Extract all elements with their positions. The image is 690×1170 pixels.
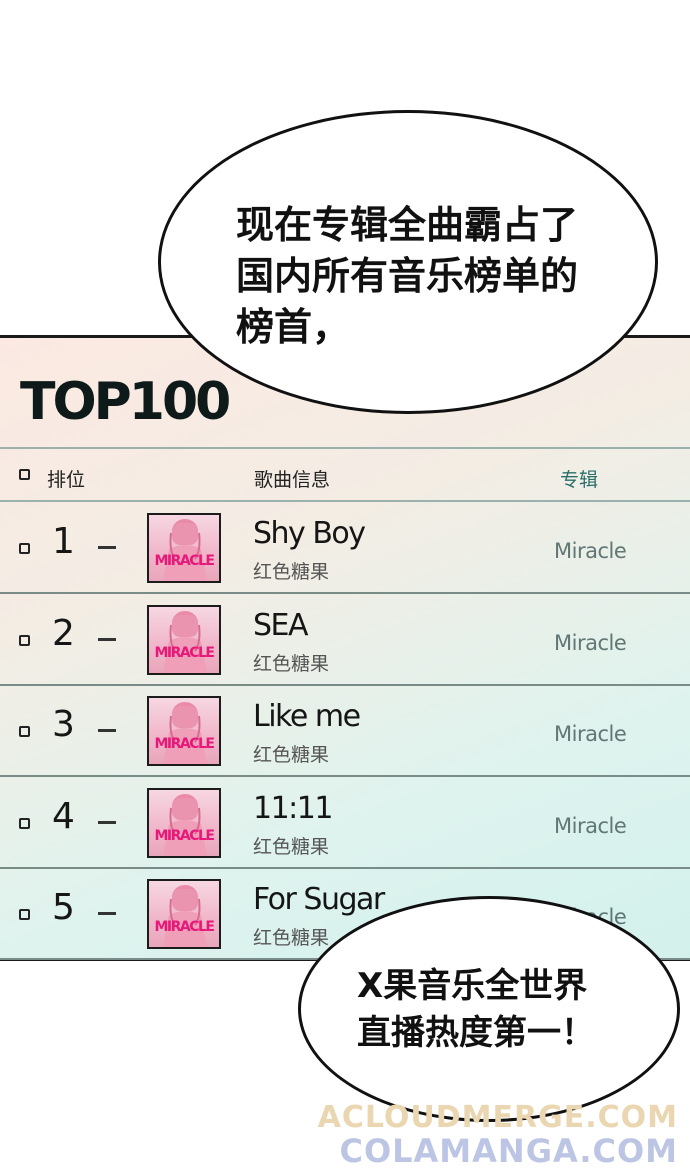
trend-dash-icon bbox=[98, 546, 116, 549]
row-checkbox[interactable] bbox=[19, 634, 30, 646]
album-cover[interactable]: MIRACLE bbox=[147, 879, 221, 949]
artist-name[interactable]: 红色糖果 bbox=[253, 923, 329, 950]
row-checkbox[interactable] bbox=[19, 909, 30, 920]
header-album[interactable]: 专辑 bbox=[560, 465, 598, 492]
cover-figure-icon bbox=[163, 885, 207, 947]
chart-row[interactable]: 2 MIRACLE SEA 红色糖果 Miracle bbox=[0, 595, 690, 686]
artist-name[interactable]: 红色糖果 bbox=[253, 649, 329, 676]
rank-number: 4 bbox=[52, 795, 75, 837]
song-title[interactable]: 11:11 bbox=[253, 791, 333, 826]
row-checkbox[interactable] bbox=[19, 817, 30, 829]
song-title[interactable]: Like me bbox=[253, 699, 361, 734]
album-name[interactable]: Miracle bbox=[554, 631, 627, 655]
row-checkbox[interactable] bbox=[19, 543, 30, 554]
rank-number: 5 bbox=[52, 887, 75, 928]
speech-text-top: 现在专辑全曲霸占了 国内所有音乐榜单的 榜首， bbox=[236, 203, 579, 349]
cover-figure-icon bbox=[163, 793, 207, 856]
album-name[interactable]: Miracle bbox=[554, 814, 627, 838]
cover-label: MIRACLE bbox=[154, 553, 215, 569]
artist-name[interactable]: 红色糖果 bbox=[253, 740, 329, 767]
cover-figure-icon bbox=[163, 702, 207, 764]
chart-title: TOP100 bbox=[20, 372, 231, 432]
header-song-info[interactable]: 歌曲信息 bbox=[254, 465, 330, 492]
cover-figure-icon bbox=[163, 519, 207, 581]
speech-text-bottom: X果音乐全世界 直播热度第一！ bbox=[357, 966, 595, 1053]
album-cover[interactable]: MIRACLE bbox=[147, 787, 221, 858]
trend-dash-icon bbox=[98, 820, 116, 824]
song-title[interactable]: SEA bbox=[253, 608, 309, 643]
album-name[interactable]: Miracle bbox=[554, 539, 627, 563]
chart-row[interactable]: 4 MIRACLE 11:11 红色糖果 Miracle bbox=[0, 778, 690, 869]
trend-dash-icon bbox=[98, 912, 116, 915]
album-cover[interactable]: MIRACLE bbox=[147, 696, 221, 766]
song-title[interactable]: Shy Boy bbox=[253, 516, 366, 551]
chart-header-row: 排位 歌曲信息 专辑 bbox=[0, 447, 690, 502]
header-rank[interactable]: 排位 bbox=[47, 465, 85, 492]
watermark-top: ACLOUDMERGE.COM bbox=[317, 1100, 678, 1135]
chart-row[interactable]: 1 MIRACLE Shy Boy 红色糖果 Miracle bbox=[0, 503, 690, 594]
trend-dash-icon bbox=[98, 729, 116, 732]
album-cover[interactable]: MIRACLE bbox=[147, 513, 221, 583]
row-checkbox[interactable] bbox=[19, 726, 30, 737]
artist-name[interactable]: 红色糖果 bbox=[253, 557, 329, 584]
cover-label: MIRACLE bbox=[154, 644, 215, 661]
watermark-bottom: COLAMANGA.COM bbox=[339, 1132, 678, 1170]
rank-number: 1 bbox=[52, 521, 75, 562]
song-title[interactable]: For Sugar bbox=[253, 882, 385, 917]
album-name[interactable]: Miracle bbox=[554, 722, 627, 746]
cover-figure-icon bbox=[163, 610, 207, 673]
cover-label: MIRACLE bbox=[154, 827, 215, 844]
album-cover[interactable]: MIRACLE bbox=[147, 604, 221, 675]
chart-row[interactable]: 3 MIRACLE Like me 红色糖果 Miracle bbox=[0, 686, 690, 777]
cover-label: MIRACLE bbox=[154, 736, 215, 752]
trend-dash-icon bbox=[98, 637, 116, 641]
artist-name[interactable]: 红色糖果 bbox=[253, 832, 329, 859]
rank-number: 2 bbox=[52, 612, 75, 654]
rank-number: 3 bbox=[52, 704, 75, 745]
select-all-checkbox[interactable] bbox=[19, 469, 30, 480]
cover-label: MIRACLE bbox=[154, 919, 215, 935]
